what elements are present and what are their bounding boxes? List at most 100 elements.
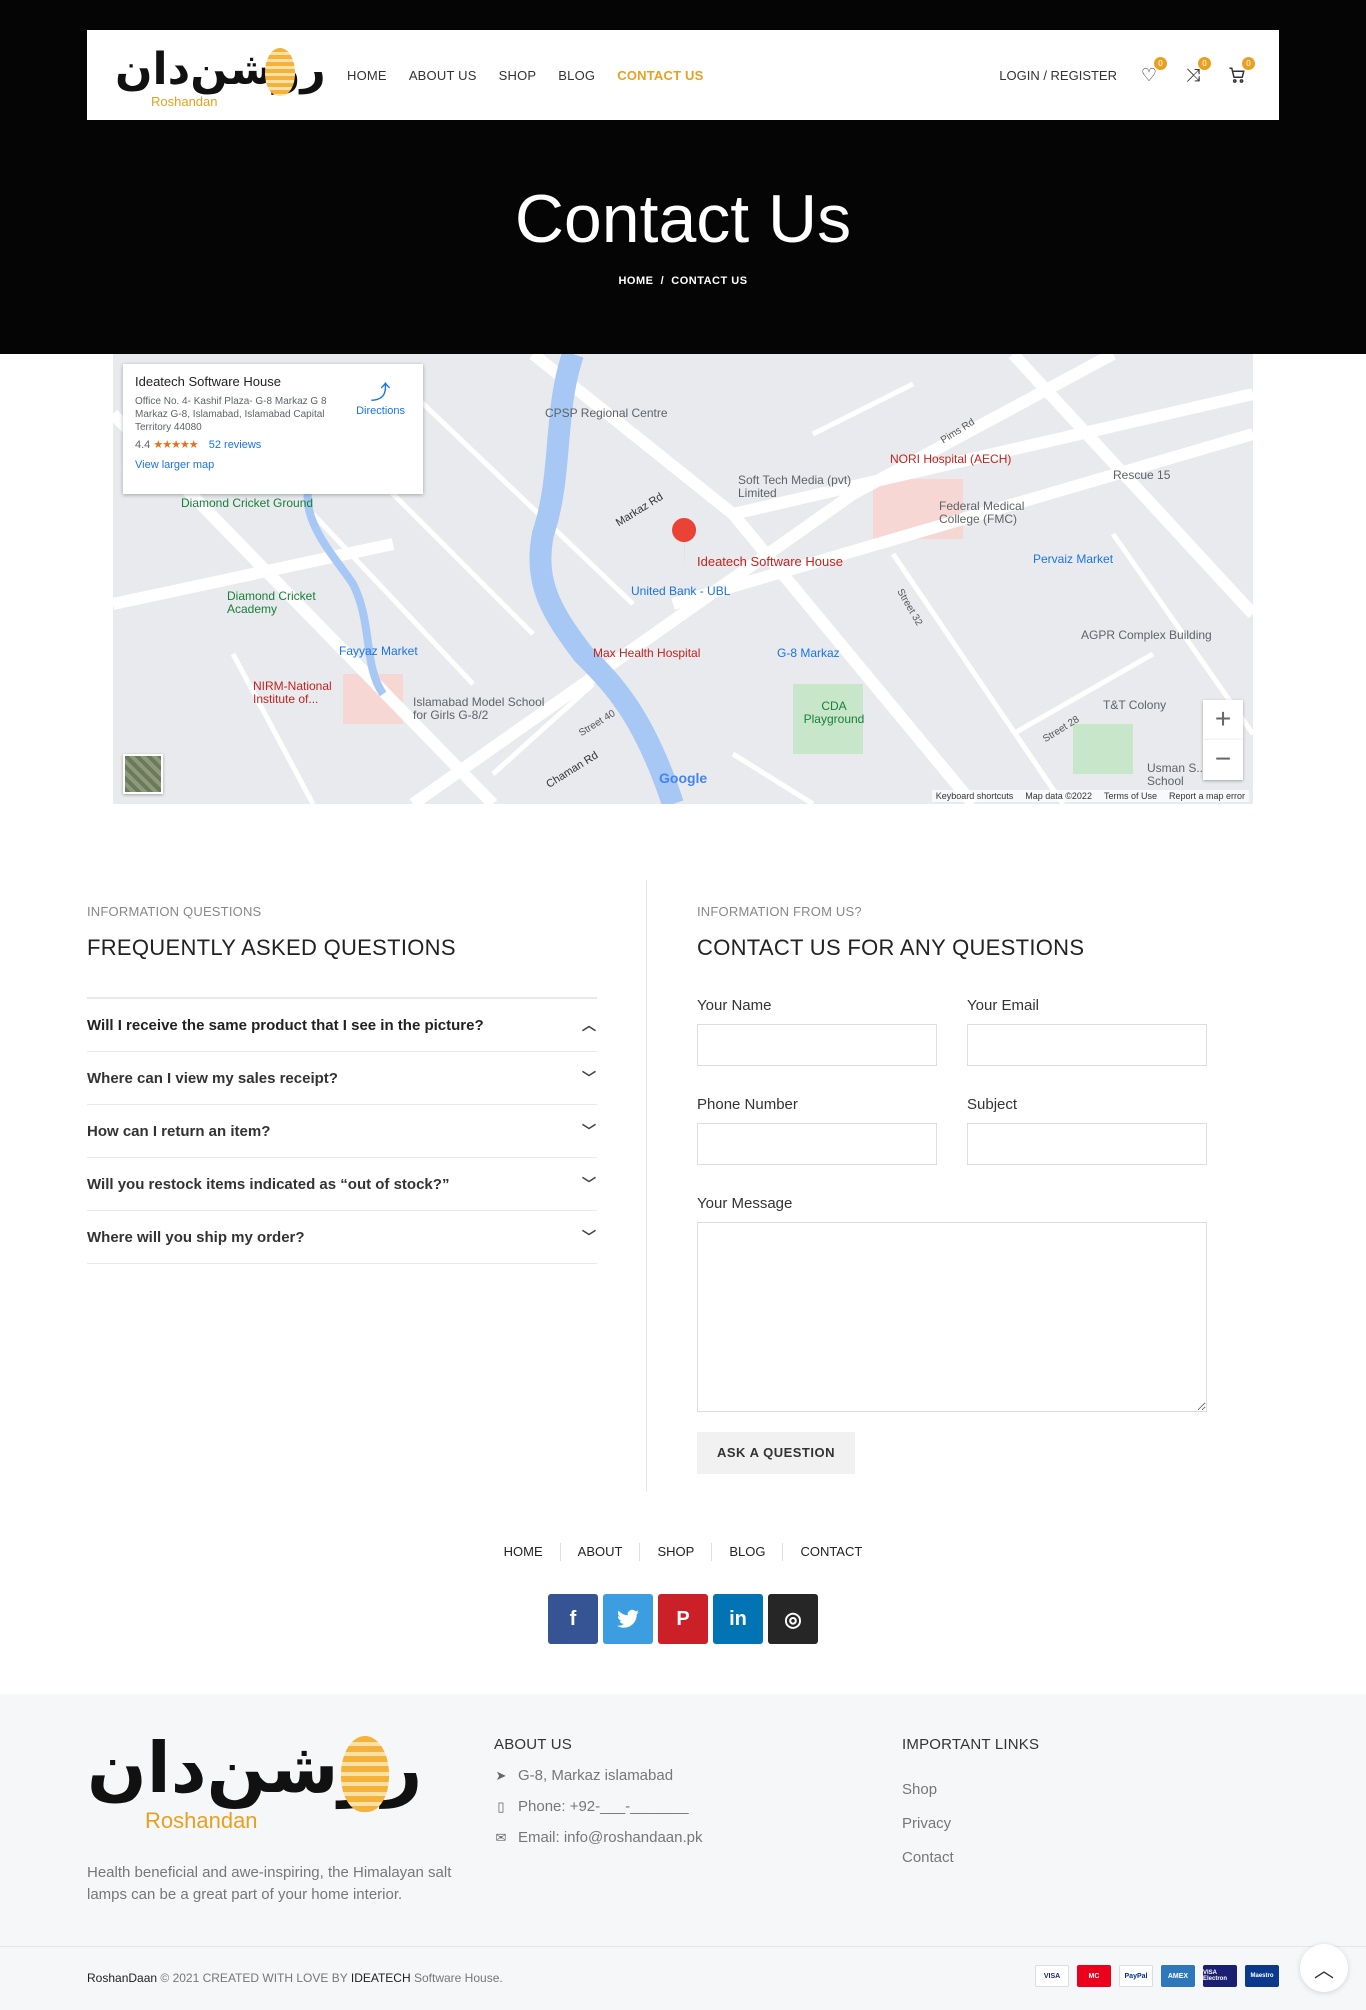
report-map-error-link[interactable]: Report a map error bbox=[1169, 791, 1245, 801]
map-label-rescue15: Rescue 15 bbox=[1113, 468, 1171, 482]
contact-eyebrow: INFORMATION FROM US? bbox=[697, 904, 862, 919]
pinterest-icon[interactable]: P bbox=[658, 1594, 708, 1644]
faq-item[interactable]: Where will you ship my order? ﹀ bbox=[87, 1211, 597, 1264]
map-label-nori-hospital: NORI Hospital (AECH) bbox=[890, 452, 1012, 466]
nav-about-us[interactable]: ABOUT US bbox=[409, 68, 477, 83]
footer-nav-blog[interactable]: BLOG bbox=[712, 1543, 784, 1561]
footer-nav-shop[interactable]: SHOP bbox=[640, 1543, 713, 1561]
footer-nav-contact[interactable]: CONTACT bbox=[783, 1543, 879, 1561]
faq-section: INFORMATION QUESTIONS FREQUENTLY ASKED Q… bbox=[87, 904, 597, 1264]
map-footer: Keyboard shortcuts Map data ©2022 Terms … bbox=[931, 790, 1249, 802]
compare-button[interactable]: ⤨ 0 bbox=[1181, 57, 1211, 87]
cart-button[interactable]: 0 bbox=[1225, 57, 1255, 87]
map-place-address: Office No. 4- Kashif Plaza- G-8 Markaz G… bbox=[135, 396, 327, 433]
email-field[interactable] bbox=[967, 1024, 1207, 1066]
footer-link-contact[interactable]: Contact bbox=[902, 1849, 1039, 1866]
faq-question: Where will you ship my order? bbox=[87, 1228, 305, 1246]
facebook-icon[interactable]: f bbox=[548, 1594, 598, 1644]
map-label-agpr: AGPR Complex Building bbox=[1081, 628, 1212, 642]
nav-contact-us[interactable]: CONTACT US bbox=[617, 68, 703, 83]
footer-links-title: IMPORTANT LINKS bbox=[902, 1736, 1040, 1753]
nav-shop[interactable]: SHOP bbox=[499, 68, 537, 83]
subject-label: Subject bbox=[967, 1096, 1018, 1113]
logo-english-text: Roshandan bbox=[151, 94, 218, 109]
map-label-ubl: United Bank - UBL bbox=[631, 584, 731, 598]
faq-question: How can I return an item? bbox=[87, 1122, 271, 1140]
directions-label: Directions bbox=[356, 405, 405, 417]
paypal-icon: PayPal bbox=[1119, 1965, 1153, 1987]
message-field[interactable] bbox=[697, 1222, 1207, 1412]
footer-about: ABOUT US ➤ G-8, Markaz islamabad ▯ Phone… bbox=[494, 1736, 703, 1846]
faq-question: Will I receive the same product that I s… bbox=[87, 1016, 484, 1034]
chevron-down-icon: ﹀ bbox=[582, 1070, 596, 1086]
footer-link-privacy[interactable]: Privacy bbox=[902, 1815, 1039, 1832]
wishlist-button[interactable]: ♡ 0 bbox=[1137, 57, 1167, 87]
name-label: Your Name bbox=[697, 997, 772, 1014]
chevron-down-icon: ﹀ bbox=[582, 1176, 596, 1192]
map-zoom-in-button[interactable]: + bbox=[1203, 700, 1243, 740]
copyright-end: Software House. bbox=[410, 1971, 503, 1985]
breadcrumb: HOME / CONTACT US bbox=[0, 275, 1366, 287]
footer-phone: Phone: +92-___-_______ bbox=[518, 1798, 689, 1815]
site-logo[interactable]: روشن‌دان Roshandan bbox=[115, 44, 326, 109]
map-label-ideatech: Ideatech Software House bbox=[697, 554, 843, 569]
scroll-to-top-button[interactable]: ︿ bbox=[1300, 1944, 1348, 1992]
phone-field[interactable] bbox=[697, 1123, 937, 1165]
twitter-icon[interactable] bbox=[603, 1594, 653, 1644]
faq-item[interactable]: How can I return an item? ﹀ bbox=[87, 1105, 597, 1158]
payment-methods: VISA MC PayPal AMEX VISA Electron Maestr… bbox=[1035, 1965, 1279, 1987]
name-field[interactable] bbox=[697, 1024, 937, 1066]
chevron-down-icon: ﹀ bbox=[582, 1229, 596, 1245]
satellite-toggle[interactable] bbox=[123, 754, 163, 794]
lamp-logo-icon bbox=[341, 1736, 389, 1812]
directions-icon: ⤴ bbox=[370, 382, 391, 404]
footer-link-shop[interactable]: Shop bbox=[902, 1781, 1039, 1798]
shuffle-icon: ⤨ bbox=[1185, 64, 1201, 85]
phone-label: Phone Number bbox=[697, 1096, 798, 1113]
map-place-card: Ideatech Software House Office No. 4- Ka… bbox=[123, 364, 423, 494]
faq-item[interactable]: Will you restock items indicated as “out… bbox=[87, 1158, 597, 1211]
nav-blog[interactable]: BLOG bbox=[558, 68, 595, 83]
directions-button[interactable]: ⤴ Directions bbox=[356, 376, 405, 417]
visa-icon: VISA bbox=[1035, 1965, 1069, 1987]
envelope-icon: ✉ bbox=[495, 1829, 507, 1845]
column-divider bbox=[646, 880, 647, 1492]
header-actions: LOGIN / REGISTER ♡ 0 ⤨ 0 0 bbox=[999, 30, 1255, 120]
reviews-link[interactable]: 52 reviews bbox=[209, 439, 262, 451]
mastercard-icon: MC bbox=[1077, 1965, 1111, 1987]
cart-icon bbox=[1229, 67, 1245, 83]
page-title: Contact Us bbox=[514, 181, 852, 257]
ask-question-button[interactable]: ASK A QUESTION bbox=[697, 1432, 855, 1474]
footer-nav-about[interactable]: ABOUT bbox=[561, 1543, 641, 1561]
copyright-text: RoshanDaan © 2021 CREATED WITH LOVE BY I… bbox=[87, 1971, 503, 1985]
faq-item[interactable]: Will I receive the same product that I s… bbox=[87, 999, 597, 1052]
subject-field[interactable] bbox=[967, 1123, 1207, 1165]
rating-value: 4.4 bbox=[135, 439, 151, 451]
view-larger-map-link[interactable]: View larger map bbox=[135, 459, 411, 471]
map-label-pervaiz-market: Pervaiz Market bbox=[1033, 552, 1114, 566]
breadcrumb-home[interactable]: HOME bbox=[618, 275, 653, 287]
google-map[interactable]: Ideatech Software House Office No. 4- Ka… bbox=[113, 354, 1253, 804]
footer-nav-home[interactable]: HOME bbox=[487, 1543, 561, 1561]
footer-logo[interactable]: روشن‌دان Roshandan bbox=[87, 1728, 422, 1833]
linkedin-icon[interactable]: in bbox=[713, 1594, 763, 1644]
footer-email[interactable]: Email: info@roshandaan.pk bbox=[518, 1829, 703, 1846]
chevron-up-icon: ︿ bbox=[1314, 1959, 1334, 1982]
faq-item[interactable]: Where can I view my sales receipt? ﹀ bbox=[87, 1052, 597, 1105]
visa-electron-icon: VISA Electron bbox=[1203, 1965, 1237, 1987]
contact-form: Your Name Your Email Phone Number Subjec… bbox=[697, 997, 1207, 1474]
nav-home[interactable]: HOME bbox=[347, 68, 387, 83]
keyboard-shortcuts-link[interactable]: Keyboard shortcuts bbox=[936, 791, 1014, 801]
map-label-fmc: Federal Medical College (FMC) bbox=[939, 499, 1025, 526]
faq-title: FREQUENTLY ASKED QUESTIONS bbox=[87, 935, 456, 960]
map-zoom-out-button[interactable]: − bbox=[1203, 740, 1243, 780]
login-register-link[interactable]: LOGIN / REGISTER bbox=[999, 68, 1117, 83]
instagram-icon[interactable]: ◎ bbox=[768, 1594, 818, 1644]
map-label-g8-markaz: G-8 Markaz bbox=[777, 646, 840, 660]
copyright-brand: RoshanDaan bbox=[87, 1971, 158, 1985]
copyright-company[interactable]: IDEATECH bbox=[351, 1971, 411, 1985]
map-rating: 4.4 ★★★★★ 52 reviews bbox=[135, 438, 411, 451]
chevron-up-icon: ︿ bbox=[582, 1017, 596, 1033]
footer-logo-english: Roshandan bbox=[145, 1808, 258, 1833]
terms-of-use-link[interactable]: Terms of Use bbox=[1104, 791, 1157, 801]
